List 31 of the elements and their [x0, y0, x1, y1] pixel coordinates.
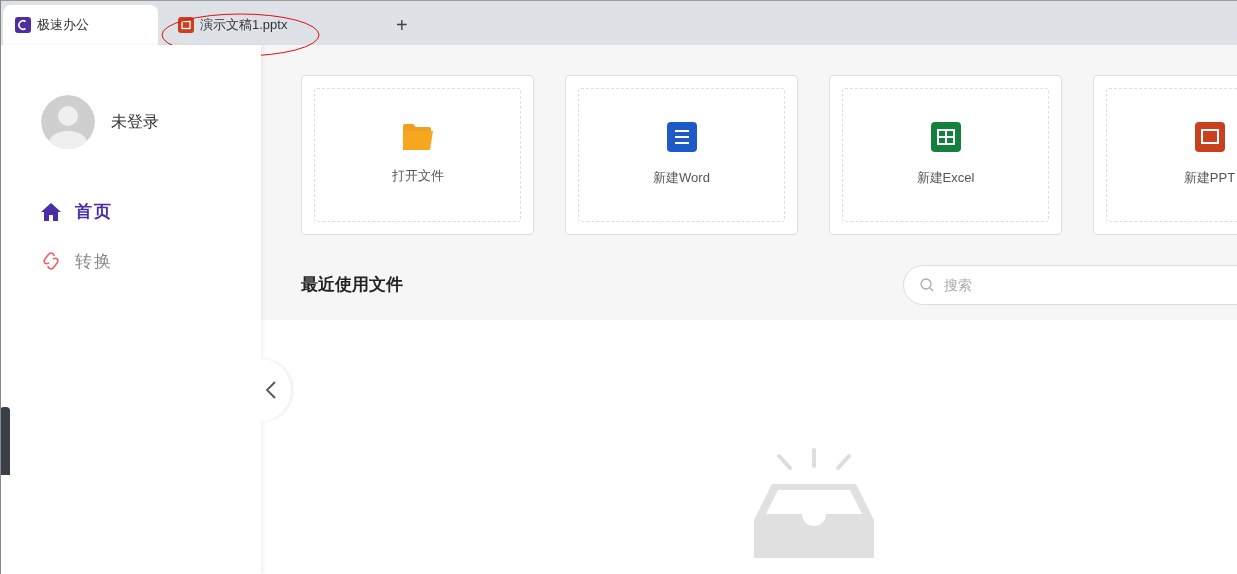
app-logo-icon — [15, 17, 31, 33]
search-icon — [920, 278, 934, 292]
folder-icon — [402, 124, 433, 151]
collapse-button[interactable] — [261, 359, 291, 421]
user-name: 未登录 — [111, 112, 159, 132]
new-tab-button[interactable]: + — [388, 5, 416, 45]
document-icon — [666, 122, 697, 153]
search-field[interactable]: 搜索 — [903, 265, 1237, 305]
tab-label: 极速办公 — [37, 16, 89, 35]
action-label: 新建Word — [653, 169, 710, 188]
nav-item[interactable]: 转换 — [41, 248, 261, 274]
presentation-icon — [178, 17, 194, 33]
tab[interactable]: 演示文稿1.pptx — [158, 5, 388, 45]
action-card[interactable]: 新建PPT — [1093, 75, 1237, 235]
action-card[interactable]: 新建Word — [565, 75, 798, 235]
action-label: 新建PPT — [1183, 169, 1236, 188]
avatar-icon — [41, 95, 95, 149]
tab[interactable]: 极速办公 — [3, 5, 158, 45]
chevron-left-icon — [265, 381, 277, 399]
side-handle — [1, 407, 10, 475]
action-label: 新建Excel — [916, 169, 975, 188]
presentation-icon — [1194, 122, 1225, 153]
spreadsheet-icon — [930, 122, 961, 153]
nav-item[interactable]: 首页 — [41, 199, 261, 225]
section-title: 最近使用文件 — [301, 274, 404, 297]
action-label: 打开文件 — [391, 167, 444, 186]
action-card[interactable]: 打开文件 — [301, 75, 534, 235]
tab-label: 演示文稿1.pptx — [200, 16, 288, 35]
link-icon — [41, 251, 61, 272]
home-icon — [41, 202, 61, 221]
action-card[interactable]: 新建Excel — [829, 75, 1062, 235]
